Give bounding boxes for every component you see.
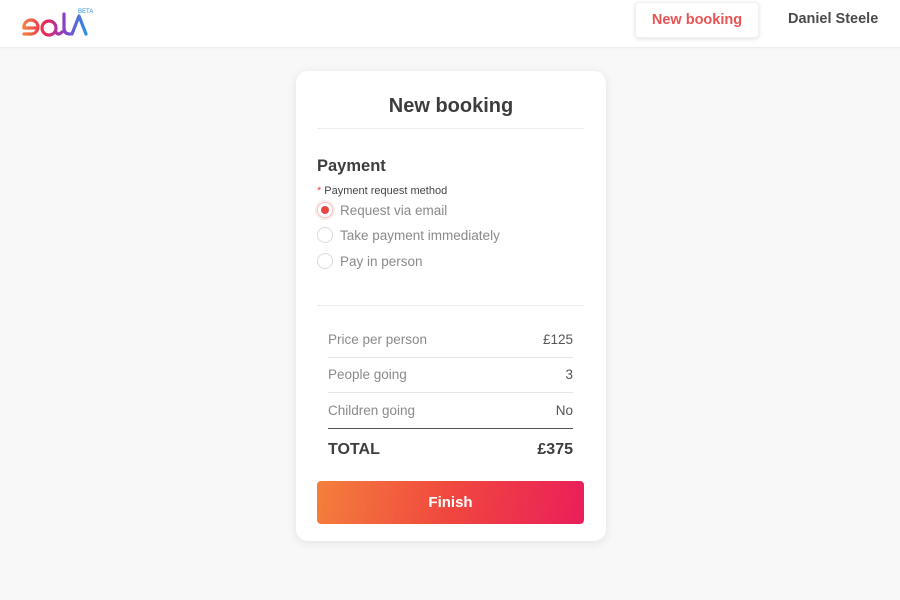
total-value: £375	[537, 440, 573, 458]
price-summary: Price per person £125 People going 3 Chi…	[328, 322, 573, 471]
eola-logo[interactable]: BETA	[20, 4, 100, 40]
title-divider	[317, 128, 584, 129]
summary-row-children-going: Children going No	[328, 393, 573, 429]
summary-label: Price per person	[328, 331, 428, 347]
logo-mark-icon: BETA	[22, 9, 93, 37]
summary-label: People going	[328, 367, 407, 383]
payment-method-label: * Payment request method	[317, 185, 447, 197]
radio-checked-icon[interactable]	[317, 202, 333, 218]
section-divider	[317, 305, 584, 306]
total-label: TOTAL	[328, 440, 380, 458]
user-menu[interactable]: Daniel Steele	[788, 11, 878, 27]
top-bar: BETA New booking Daniel Steele	[0, 0, 900, 48]
card-title: New booking	[388, 95, 514, 117]
required-mark: *	[317, 185, 322, 197]
beta-badge: BETA	[78, 9, 93, 15]
radio-unchecked-icon[interactable]	[317, 253, 333, 269]
section-title-payment: Payment	[317, 157, 386, 175]
summary-value: 3	[565, 367, 573, 383]
finish-button[interactable]: Finish	[317, 481, 584, 524]
booking-card: New booking Payment * Payment request met…	[296, 71, 606, 541]
payment-method-label-text: Payment request method	[324, 185, 448, 197]
summary-label: Children going	[328, 402, 416, 418]
summary-value: No	[555, 402, 573, 418]
radio-pay-in-person[interactable]: Pay in person	[317, 253, 423, 269]
radio-unchecked-icon[interactable]	[317, 227, 333, 243]
summary-row-people-going: People going 3	[328, 358, 573, 393]
summary-row-price-per-person: Price per person £125	[328, 322, 573, 358]
summary-total: TOTAL £375	[328, 429, 573, 471]
new-booking-nav-button[interactable]: New booking	[635, 2, 759, 38]
radio-label: Request via email	[340, 202, 448, 218]
radio-take-payment-immediately[interactable]: Take payment immediately	[317, 227, 500, 243]
radio-label: Take payment immediately	[340, 227, 500, 243]
radio-request-via-email[interactable]: Request via email	[317, 202, 447, 218]
summary-value: £125	[542, 331, 573, 347]
radio-label: Pay in person	[340, 253, 423, 269]
